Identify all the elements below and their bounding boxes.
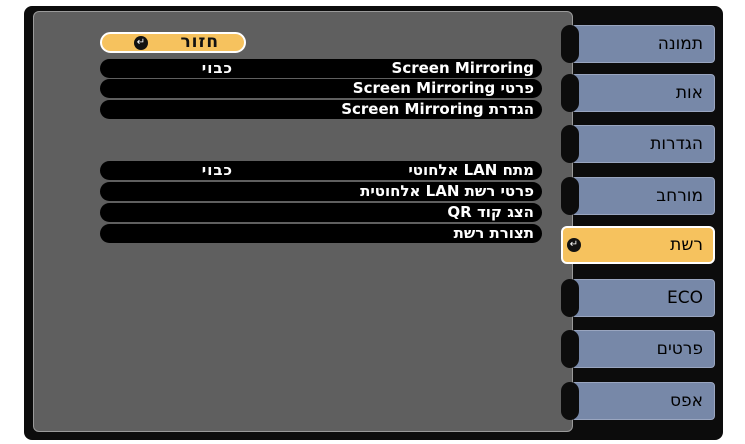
return-button[interactable]: ↵ חזור <box>100 32 246 53</box>
enter-icon: ↵ <box>134 36 148 50</box>
menu-item-label: מתח LAN אלחוטי <box>408 161 534 179</box>
tab-label: מורחב <box>656 186 703 206</box>
tab-label: הגדרות <box>650 134 703 154</box>
menu-item-screen-mirroring-settings[interactable]: הגדרת Screen Mirroring <box>100 100 542 119</box>
tab-extended[interactable]: מורחב <box>561 177 715 215</box>
menu-item-label: פרטי רשת LAN אלחוטית <box>360 182 534 200</box>
tab-label: אות <box>675 83 703 103</box>
enter-icon: ↵ <box>567 238 581 252</box>
menu-item-value: כבוי <box>201 161 233 179</box>
menu-item-label: הצג קוד QR <box>447 203 534 221</box>
menu-item-display-qr-code[interactable]: הצג קוד QR <box>100 203 542 222</box>
menu-item-label: Screen Mirroring <box>391 59 534 77</box>
tab-eco[interactable]: ECO <box>561 279 715 317</box>
tab-network[interactable]: ↵ רשת <box>561 226 715 264</box>
tab-label: פרטים <box>656 339 703 359</box>
menu-item-label: הגדרת Screen Mirroring <box>341 100 534 118</box>
tab-label: ECO <box>667 288 703 308</box>
menu-item-wireless-lan-info[interactable]: פרטי רשת LAN אלחוטית <box>100 182 542 201</box>
tab-info[interactable]: פרטים <box>561 330 715 368</box>
menu-item-label: פרטי Screen Mirroring <box>352 79 534 97</box>
tab-settings[interactable]: הגדרות <box>561 125 715 163</box>
menu-item-label: תצורת רשת <box>453 224 534 242</box>
menu-item-screen-mirroring-info[interactable]: פרטי Screen Mirroring <box>100 79 542 98</box>
tab-image[interactable]: תמונה <box>561 25 715 63</box>
menu-item-value: כבוי <box>201 59 233 77</box>
tab-signal[interactable]: אות <box>561 74 715 112</box>
tab-reset[interactable]: אפס <box>561 382 715 420</box>
menu-item-screen-mirroring[interactable]: כבוי Screen Mirroring <box>100 59 542 78</box>
menu-item-network-configuration[interactable]: תצורת רשת <box>100 224 542 243</box>
tab-label: רשת <box>670 235 703 255</box>
menu-item-wireless-lan-power[interactable]: כבוי מתח LAN אלחוטי <box>100 161 542 180</box>
return-label: חזור <box>180 32 219 52</box>
tab-label: אפס <box>669 391 703 411</box>
tab-label: תמונה <box>657 34 703 54</box>
